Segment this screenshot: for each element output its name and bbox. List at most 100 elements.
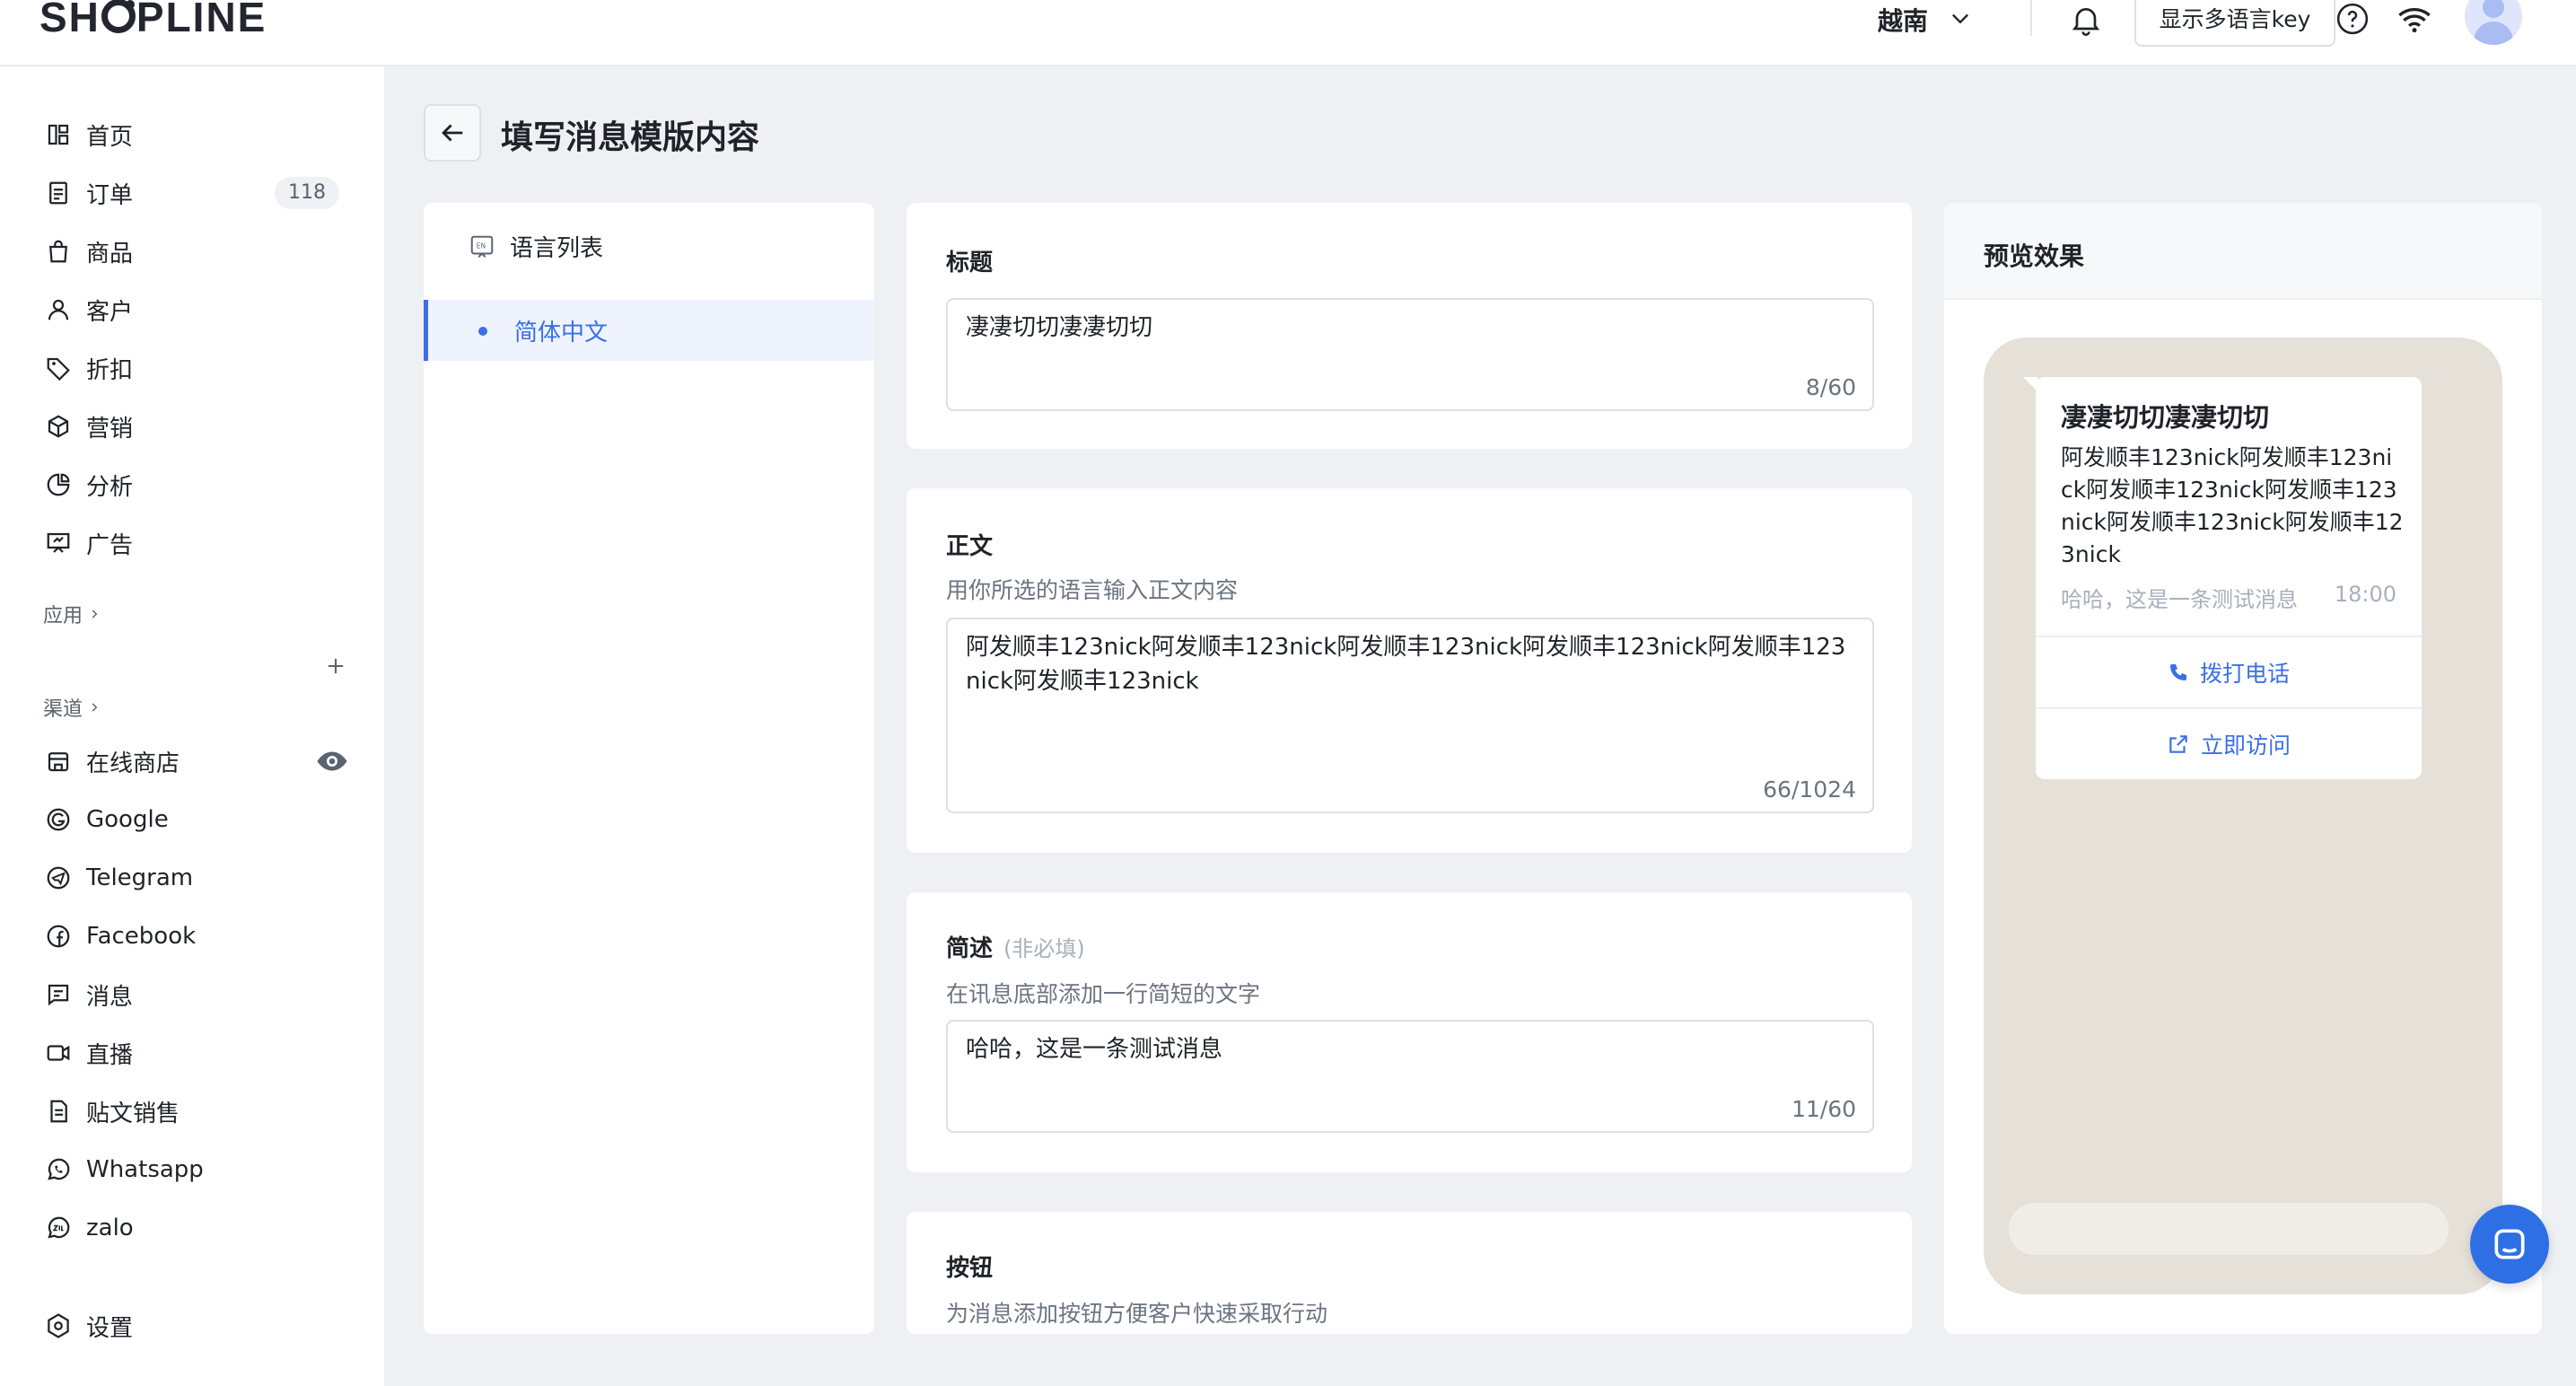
language-item-label: 简体中文	[514, 320, 609, 346]
tag-icon	[43, 353, 74, 383]
bubble-body: 阿发顺丰123nick阿发顺丰123nick阿发顺丰123nick阿发顺丰123…	[2061, 444, 2404, 567]
optional-hint: (非必填)	[1003, 936, 1085, 961]
topbar-divider	[2030, 0, 2032, 36]
shopline-logo[interactable]: SH PLINE	[39, 0, 267, 41]
sidebar-item-online-store[interactable]: 在线商店	[0, 734, 384, 788]
sidebar-item-facebook[interactable]: Facebook	[0, 909, 384, 963]
ad-icon	[43, 528, 74, 558]
preview-header: 预览效果	[1944, 203, 2542, 300]
sidebar-item-label: 折扣	[86, 356, 134, 384]
eye-icon[interactable]	[316, 749, 348, 774]
add-app-icon[interactable]	[323, 654, 348, 679]
country-selector[interactable]: 越南	[1878, 2, 1928, 38]
live-icon	[43, 1038, 74, 1068]
sidebar-item-post-sales[interactable]: 贴文销售	[0, 1084, 384, 1138]
body-label: 正文	[946, 533, 994, 560]
sidebar-item-label: Telegram	[86, 864, 194, 891]
active-dot	[478, 327, 487, 336]
avatar[interactable]	[2465, 0, 2522, 45]
arrow-left-icon	[442, 124, 463, 142]
language-list-card: EN 语言列表 简体中文	[424, 203, 874, 1334]
sidebar-item-discounts[interactable]: 折扣	[0, 341, 384, 395]
visit-button[interactable]: 立即访问	[2036, 707, 2422, 779]
buttons-section: 按钮 为消息添加按钮方便客户快速采取行动	[907, 1212, 1912, 1334]
telegram-icon	[43, 863, 74, 893]
sidebar-item-label: 在线商店	[86, 750, 180, 777]
chevron-down-icon[interactable]	[1948, 5, 1973, 31]
sidebar: 首页 订单 118 商品 客户 折扣 营销 分析 广告 应用 渠道 在线商店 G…	[0, 66, 384, 1386]
footer-input[interactable]: 哈哈，这是一条测试消息 11/60	[946, 1020, 1874, 1133]
cube-icon	[43, 411, 74, 442]
sidebar-item-google[interactable]: Google	[0, 793, 384, 847]
body-description: 用你所选的语言输入正文内容	[946, 577, 1239, 603]
sidebar-item-label: Whatsapp	[86, 1156, 204, 1183]
phone-icon	[2169, 664, 2186, 680]
wifi-icon[interactable]	[2396, 2, 2432, 38]
apps-section-label[interactable]: 应用	[43, 600, 101, 628]
buttons-description: 为消息添加按钮方便客户快速采取行动	[946, 1301, 1328, 1327]
preview-card: 预览效果 凄凄切切凄凄切切 阿发顺丰123nick阿发顺丰123nick阿发顺丰…	[1944, 203, 2542, 1334]
body-textarea[interactable]: 阿发顺丰123nick阿发顺丰123nick阿发顺丰123nick阿发顺丰123…	[946, 618, 1874, 813]
sidebar-item-label: 广告	[86, 531, 134, 559]
store-icon	[43, 746, 74, 776]
bubble-title: 凄凄切切凄凄切切	[2061, 402, 2270, 433]
phone-preview: 凄凄切切凄凄切切 阿发顺丰123nick阿发顺丰123nick阿发顺丰123ni…	[1984, 338, 2502, 1294]
home-icon	[43, 119, 74, 150]
footer-label: 简述 (非必填)	[946, 935, 1085, 962]
back-button[interactable]	[424, 104, 481, 162]
sidebar-item-marketing[interactable]: 营销	[0, 399, 384, 453]
sidebar-item-telegram[interactable]: Telegram	[0, 851, 384, 905]
title-input-value: 凄凄切切凄凄切切	[966, 314, 1153, 341]
body-char-count: 66/1024	[1763, 776, 1856, 803]
google-icon	[43, 804, 74, 835]
title-input[interactable]: 凄凄切切凄凄切切 8/60	[946, 298, 1874, 411]
channels-section-label[interactable]: 渠道	[43, 693, 101, 722]
sidebar-item-ads[interactable]: 广告	[0, 516, 384, 570]
bubble-footer: 哈哈，这是一条测试消息	[2061, 587, 2298, 612]
language-item-zh-cn[interactable]: 简体中文	[424, 300, 874, 361]
sidebar-item-settings[interactable]: 设置	[0, 1299, 384, 1353]
sidebar-item-zalo[interactable]: zalo	[0, 1201, 384, 1255]
sidebar-item-label: Facebook	[86, 923, 197, 950]
sidebar-item-orders[interactable]: 订单 118	[0, 166, 384, 220]
call-button[interactable]: 拨打电话	[2036, 636, 2422, 707]
sidebar-item-label: 贴文销售	[86, 1100, 180, 1127]
body-textarea-value: 阿发顺丰123nick阿发顺丰123nick阿发顺丰123nick阿发顺丰123…	[966, 634, 1846, 695]
svg-text:EN: EN	[477, 241, 486, 250]
message-bubble: 凄凄切切凄凄切切 阿发顺丰123nick阿发顺丰123nick阿发顺丰123ni…	[2023, 377, 2422, 779]
sidebar-item-analytics[interactable]: 分析	[0, 458, 384, 512]
sidebar-item-live[interactable]: 直播	[0, 1026, 384, 1080]
show-lang-key-button[interactable]: 显示多语言key	[2134, 0, 2335, 47]
sidebar-item-label: 客户	[86, 298, 134, 326]
sidebar-item-whatsapp[interactable]: Whatsapp	[0, 1143, 384, 1197]
footer-char-count: 11/60	[1791, 1096, 1856, 1122]
footer-section: 简述 (非必填) 在讯息底部添加一行简短的文字 哈哈，这是一条测试消息 11/60	[907, 892, 1912, 1172]
bell-icon[interactable]	[2068, 2, 2104, 38]
preview-title: 预览效果	[1984, 241, 2085, 271]
bubble-time: 18:00	[2334, 582, 2396, 607]
title-section: 标题 凄凄切切凄凄切切 8/60	[907, 203, 1912, 449]
body-section: 正文 用你所选的语言输入正文内容 阿发顺丰123nick阿发顺丰123nick阿…	[907, 488, 1912, 853]
language-icon: EN	[470, 235, 494, 258]
pie-icon	[43, 469, 74, 500]
chevron-right-icon	[92, 610, 98, 618]
bag-icon	[43, 236, 74, 267]
sidebar-item-label: 设置	[86, 1314, 134, 1342]
sidebar-item-label: 分析	[86, 473, 134, 501]
sidebar-item-products[interactable]: 商品	[0, 224, 384, 278]
page-title: 填写消息模版内容	[501, 119, 760, 156]
phone-message-input	[2009, 1203, 2449, 1255]
sidebar-item-label: 营销	[86, 415, 134, 443]
user-icon	[43, 294, 74, 325]
chat-icon	[2494, 1229, 2525, 1259]
help-icon[interactable]	[2335, 2, 2370, 36]
chat-support-button[interactable]	[2470, 1205, 2549, 1284]
sidebar-item-home[interactable]: 首页	[0, 108, 384, 162]
sidebar-item-label: 消息	[86, 983, 134, 1011]
footer-description: 在讯息底部添加一行简短的文字	[946, 981, 1261, 1007]
title-char-count: 8/60	[1805, 374, 1856, 400]
sidebar-item-customers[interactable]: 客户	[0, 283, 384, 337]
whatsapp-icon	[43, 1154, 74, 1185]
sidebar-item-messages[interactable]: 消息	[0, 968, 384, 1022]
gear-icon	[43, 1311, 74, 1341]
